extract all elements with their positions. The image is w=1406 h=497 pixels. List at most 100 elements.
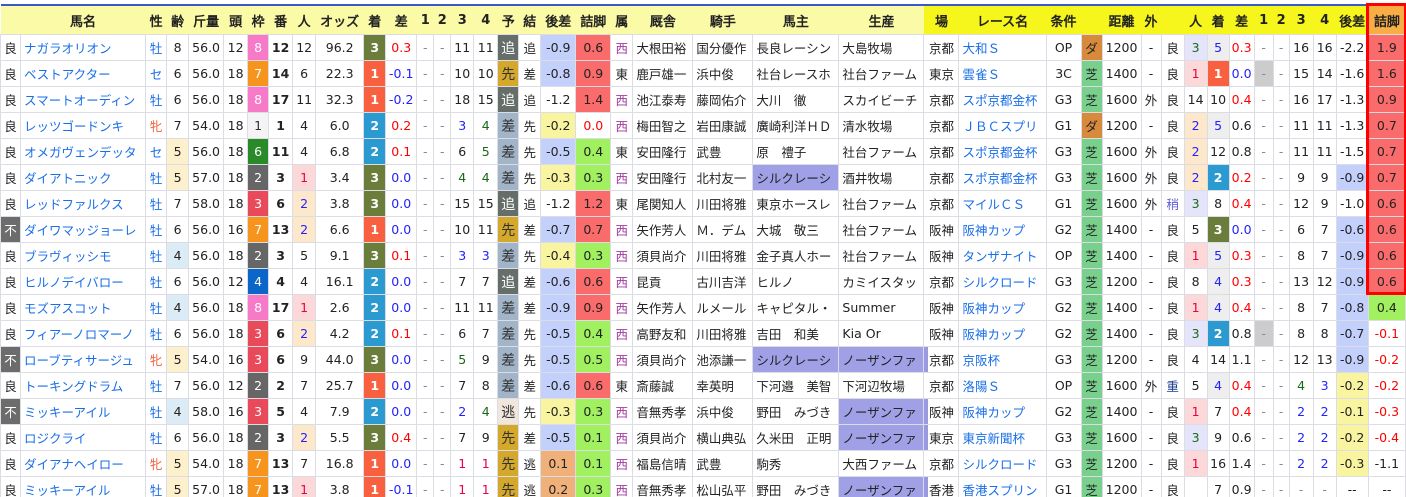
header-baba[interactable] [0,5,21,35]
waku-cell: 7 [247,60,270,87]
name-cell[interactable]: ブラヴィッシモ [19,242,147,269]
race-name-cell[interactable]: スポ京都金杯 [958,86,1047,113]
header-c2[interactable]: 2 [433,5,451,35]
table-row[interactable]: 不ローブティサージュ牝 5 54.0 16 3 6 9 44.0 3 0.0- -5 9 差先 -0.5 0… [0,346,1406,373]
header-prev-tsume[interactable]: 詰脚 [1368,5,1406,35]
table-row[interactable]: 良ミッキーアイル牡 5 57.0 18 7 13 1 3.8 1 -0.1- -1 1 先逃 0.2 0.3… [0,476,1406,497]
table-row[interactable]: 良ロジクライ牡 6 56.0 18 2 3 2 5.5 3 0.4- -7 9 先差 -0.5 0.1 西須貝… [0,424,1406,451]
name-cell[interactable]: ベストアクター [19,60,147,87]
header-waku[interactable]: 枠 [247,5,269,35]
header-pop[interactable]: 人 [292,5,316,35]
header-race-name[interactable]: レース名 [958,5,1047,35]
header-pc3[interactable]: 3 [1289,5,1314,35]
table-row[interactable]: 良ダイアトニック牡 5 57.0 18 2 3 1 3.4 3 0.0- -4 4 差先 -0.3 0.3 西… [0,164,1406,191]
header-c4[interactable]: 4 [473,5,498,35]
name-cell[interactable]: ナガラオリオン [19,34,147,61]
header-c3[interactable]: 3 [450,5,474,35]
header-c1[interactable]: 1 [416,5,434,35]
name-cell[interactable]: ロジクライ [19,424,147,451]
table-row[interactable]: 不ミッキーアイル牡 4 58.0 16 3 5 4 7.9 2 0.0- -2 4 逃先 -0.3 0.3 西… [0,398,1406,425]
header-jockey[interactable]: 騎手 [692,5,753,35]
race-name-cell[interactable]: スポ京都金杯 [958,164,1047,191]
header-surface[interactable] [1081,5,1103,35]
race-name-cell[interactable]: 京阪杯 [958,346,1047,373]
table-row[interactable]: 不ダイワマッジョーレ牡 6 56.0 16 7 13 2 6.6 1 0.0- -10 11 先差 -0.… [0,216,1406,243]
header-outer[interactable]: 外 [1141,5,1162,35]
race-name-cell[interactable]: シルクロード [958,450,1047,477]
race-name-cell[interactable]: 洛陽Ｓ [958,372,1047,399]
header-tsume[interactable]: 詰脚 [575,5,611,35]
header-name[interactable]: 馬名 [20,5,146,35]
header-affil[interactable]: 属 [610,5,633,35]
name-cell[interactable]: レッドファルクス [19,190,147,217]
name-cell[interactable]: トーキングドラム [19,372,147,399]
race-name-cell[interactable]: マイルＣＳ [958,190,1047,217]
header-style-result[interactable]: 結 [518,5,541,35]
race-name-cell[interactable]: 東京新聞杯 [958,424,1047,451]
header-prev-finish[interactable]: 着 [1207,5,1230,35]
header-margin[interactable]: 差 [385,5,417,35]
race-name-cell[interactable]: ＪＢＣスプリ [958,112,1047,139]
table-row[interactable]: 良レッツゴードンキ牝 7 54.0 18 1 1 4 6.0 2 0.2- -3 4 差先 -0.2 0.0… [0,112,1406,139]
header-umaban[interactable]: 番 [268,5,293,35]
header-style-pred[interactable]: 予 [497,5,519,35]
race-name-cell[interactable]: 阪神カップ [958,294,1047,321]
name-cell[interactable]: ミッキーアイル [19,398,147,425]
race-name-cell[interactable]: タンザナイト [958,242,1047,269]
header-field[interactable]: 頭 [223,5,248,35]
name-cell[interactable]: ダイワマッジョーレ [19,216,147,243]
name-cell[interactable]: ダイアナヘイロー [19,450,147,477]
header-prev-margin[interactable]: 差 [1229,5,1255,35]
header-last-diff[interactable]: 後差 [540,5,576,35]
header-class[interactable]: 条件 [1046,5,1082,35]
header-pc1[interactable]: 1 [1254,5,1274,35]
name-cell[interactable]: ミッキーアイル [19,476,147,497]
race-name-cell[interactable]: シルクロード [958,268,1047,295]
header-course[interactable]: 場 [923,5,959,35]
header-trainer[interactable]: 厩舎 [632,5,693,35]
race-name-cell[interactable]: 阪神カップ [958,216,1047,243]
table-row[interactable]: 良ベストアクターセ 6 56.0 18 7 14 6 22.3 1 -0.1- -10 10 先差 -0.… [0,60,1406,87]
name-cell[interactable]: モズアスコット [19,294,147,321]
header-owner[interactable]: 馬主 [752,5,839,35]
header-breeder[interactable]: 生産 [838,5,924,35]
table-row[interactable]: 良モズアスコット牡 4 56.0 18 8 17 1 2.6 2 0.0- -11 11 差差 -0.9 0… [0,294,1406,321]
table-row[interactable]: 良スマートオーディン牡 6 56.0 18 8 17 11 32.3 1 -0.2- -18 15 追追… [0,86,1406,113]
header-age[interactable]: 齢 [166,5,189,35]
name-cell[interactable]: レッツゴードンキ [19,112,147,139]
header-sex[interactable]: 性 [145,5,167,35]
race-name-cell[interactable]: スポ京都金杯 [958,138,1047,165]
table-row[interactable]: 良レッドファルクス牡 7 58.0 18 3 6 2 3.8 3 0.0- -15 15 追追 -1.2 1… [0,190,1406,217]
table-row[interactable]: 良ナガラオリオン牡 8 56.0 12 8 12 12 96.2 3 0.3- -11 11 追追 -0.… [0,34,1406,61]
race-name-cell[interactable]: 阪神カップ [958,398,1047,425]
header-prev-pop[interactable]: 人 [1184,5,1208,35]
name-cell[interactable]: ヒルノデイバロー [19,268,147,295]
name-cell[interactable]: フィアーノロマーノ [19,320,147,347]
table-row[interactable]: 良ブラヴィッシモ牡 4 56.0 18 2 3 5 9.1 3 0.1- -3 3 差先 -0.4 0.3 西… [0,242,1406,269]
table-row[interactable]: 良ヒルノデイバロー牡 6 56.0 12 4 4 4 16.1 2 0.0- -7 7 追差 -0.6 0.… [0,268,1406,295]
race-name-cell[interactable]: 香港スプリン [958,476,1047,497]
race-name-cell[interactable]: 雲雀Ｓ [958,60,1047,87]
header-odds[interactable]: オッズ [315,5,364,35]
table-row[interactable]: 良フィアーノロマーノ牡 6 56.0 18 3 6 2 4.2 2 0.1- -6 7 差先 -0.5 0.… [0,320,1406,347]
header-distance[interactable]: 距離 [1102,5,1142,35]
header-finish[interactable]: 着 [363,5,386,35]
race-name-cell[interactable]: 阪神カップ [958,320,1047,347]
header-weight[interactable]: 斤量 [188,5,224,35]
name-cell[interactable]: オメガヴェンデッタ [19,138,147,165]
header-prev-last-diff[interactable]: 後差 [1336,5,1369,35]
table-row[interactable]: 良トーキングドラム牡 7 56.0 12 2 2 7 25.7 1 0.0- -7 8 差差 -0.6 0.… [0,372,1406,399]
sex-cell: 牡 [145,372,168,399]
table-row[interactable]: 良ダイアナヘイロー牝 5 54.0 18 7 13 7 16.8 1 0.0- -1 1 先逃 0.1 0.… [0,450,1406,477]
pc4-cell: 16 [1312,34,1337,61]
table-row[interactable]: 良オメガヴェンデッタセ 5 56.0 18 6 11 4 6.8 2 0.1- -6 5 差先 -0.5 0… [0,138,1406,165]
header-going[interactable] [1161,5,1185,35]
pc1-cell: - [1253,398,1274,425]
surface-cell: 芝 [1080,216,1103,243]
name-cell[interactable]: ダイアトニック [19,164,147,191]
header-pc4[interactable]: 4 [1313,5,1337,35]
header-pc2[interactable]: 2 [1273,5,1290,35]
name-cell[interactable]: ローブティサージュ [19,346,147,373]
name-cell[interactable]: スマートオーディン [19,86,147,113]
race-name-cell[interactable]: 大和Ｓ [958,34,1047,61]
